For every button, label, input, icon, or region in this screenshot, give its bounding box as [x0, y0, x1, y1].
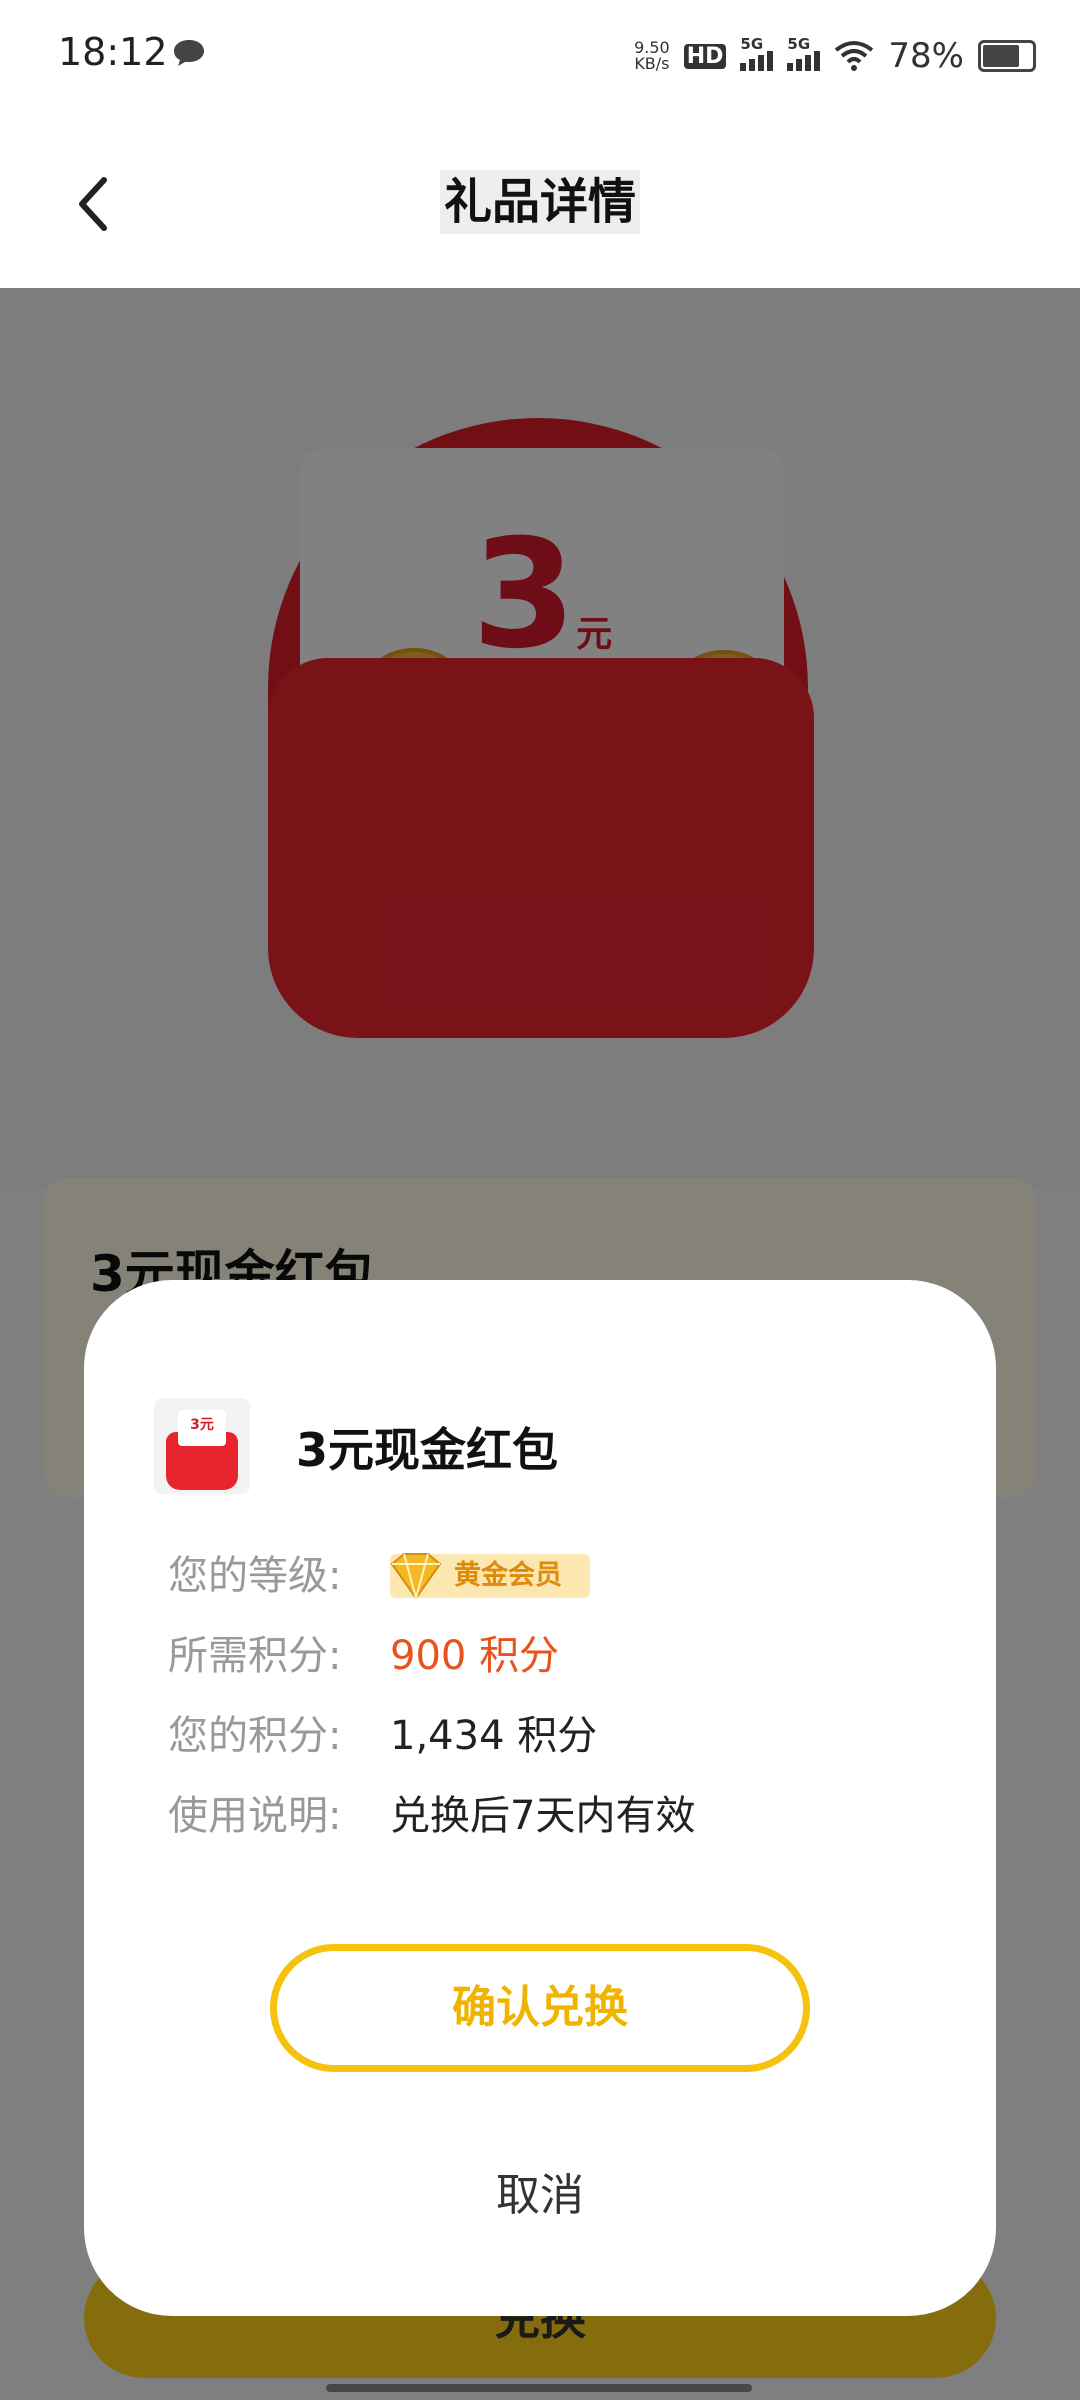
gift-thumbnail: 3元 [154, 1398, 250, 1494]
confirm-redeem-button[interactable]: 确认兑换 [270, 1944, 810, 2072]
status-time: 18:12 [58, 30, 168, 74]
page-title: 礼品详情 [0, 162, 1080, 234]
battery-icon [978, 40, 1036, 72]
wifi-icon [835, 41, 874, 71]
usage-note: 兑换后7天内有效 [390, 1793, 696, 1839]
app-header: 礼品详情 [0, 112, 1080, 288]
status-bar: 18:12 9.50 KB/s HD 5G 5G 78% [0, 0, 1080, 112]
message-icon [174, 40, 204, 66]
row-label: 您的积分: [168, 1713, 342, 1759]
signal-icon-sim1: 5G [740, 35, 774, 71]
my-points: 1,434 积分 [390, 1713, 598, 1759]
level-badge: 黄金会员 [390, 1553, 590, 1602]
redeem-confirm-dialog: 3元 3元现金红包 您的等级: 黄金会员 所需积分: 900 积分 您的积分: … [84, 1280, 996, 2316]
signal-icon-sim2: 5G [787, 35, 821, 71]
hd-icon: HD [683, 43, 727, 69]
dialog-title: 3元现金红包 [296, 1423, 559, 1477]
net-speed: 9.50 KB/s [634, 38, 670, 73]
diamond-icon [390, 1553, 442, 1602]
row-label: 所需积分: [168, 1633, 342, 1679]
battery-percent: 78% [888, 36, 964, 76]
row-label: 使用说明: [168, 1793, 342, 1839]
row-label: 您的等级: [168, 1553, 342, 1599]
cancel-button[interactable]: 取消 [390, 2156, 690, 2236]
required-points: 900 积分 [390, 1633, 560, 1679]
